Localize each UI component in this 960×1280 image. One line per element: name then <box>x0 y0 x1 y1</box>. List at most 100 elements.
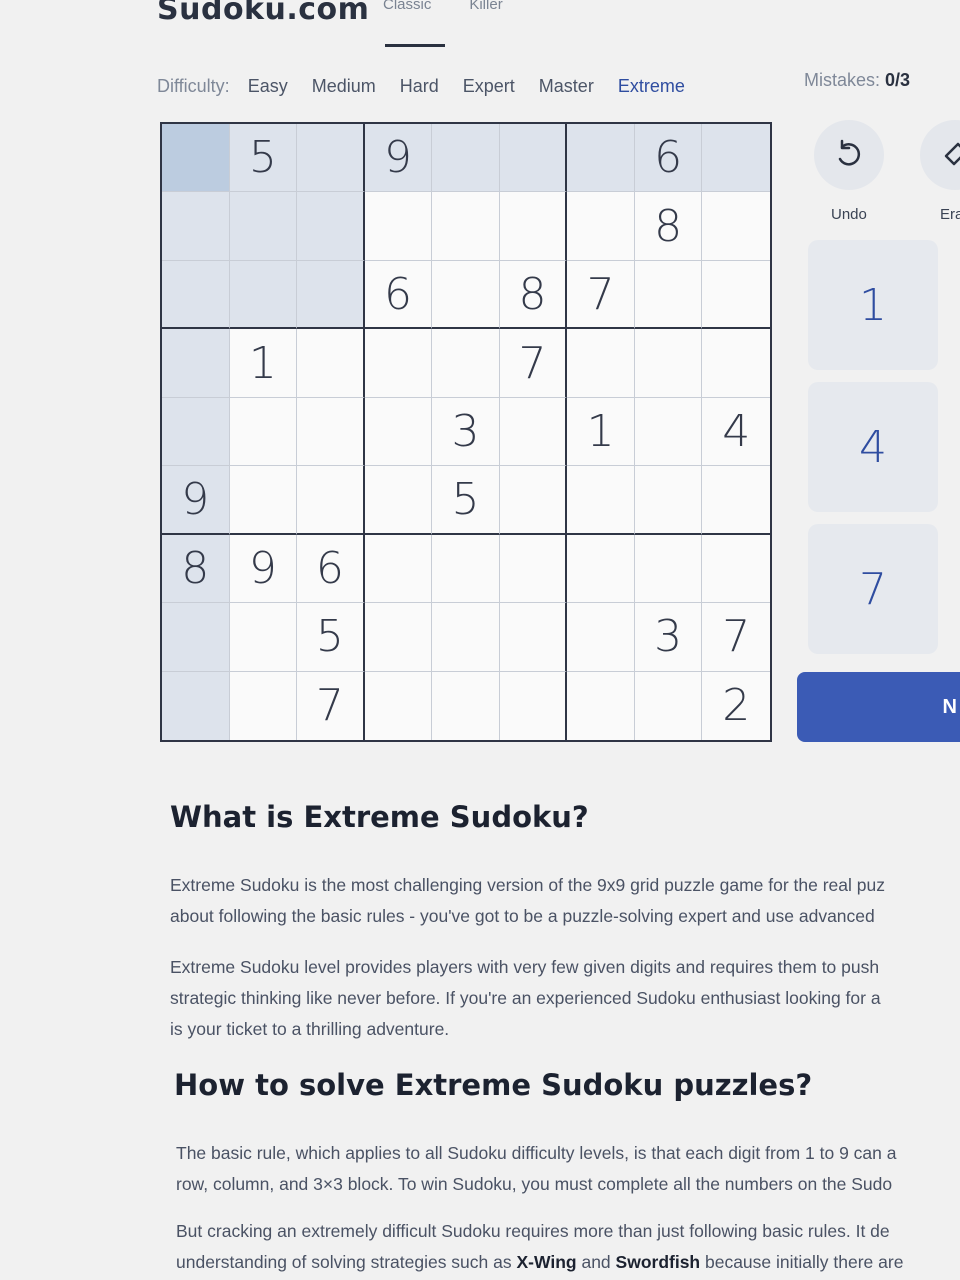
sudoku-cell[interactable] <box>567 534 635 604</box>
swordfish-link[interactable]: Swordfish <box>616 1252 701 1272</box>
sudoku-cell[interactable] <box>634 534 703 604</box>
sudoku-cell[interactable]: 7 <box>499 329 568 398</box>
sudoku-cell[interactable] <box>297 466 365 535</box>
sudoku-cell[interactable] <box>567 329 635 398</box>
sudoku-cell[interactable] <box>162 603 230 672</box>
sudoku-cell[interactable] <box>365 671 433 740</box>
sudoku-cell[interactable] <box>499 397 568 467</box>
difficulty-hard[interactable]: Hard <box>400 76 439 97</box>
sudoku-cell[interactable] <box>567 124 635 193</box>
numpad-key-1[interactable]: 1 <box>808 240 938 370</box>
sudoku-cell[interactable] <box>432 534 500 604</box>
sudoku-cell[interactable] <box>364 534 433 604</box>
difficulty-master[interactable]: Master <box>539 76 594 97</box>
sudoku-cell[interactable]: 7 <box>702 603 770 672</box>
undo-button[interactable] <box>814 120 884 190</box>
difficulty-easy[interactable]: Easy <box>248 76 288 97</box>
sudoku-cell[interactable]: 7 <box>567 260 635 330</box>
sudoku-cell[interactable] <box>297 124 365 193</box>
sudoku-cell[interactable] <box>229 397 298 467</box>
sudoku-cell[interactable] <box>162 260 230 330</box>
sudoku-cell[interactable] <box>635 671 703 740</box>
difficulty-expert[interactable]: Expert <box>463 76 515 97</box>
sudoku-cell[interactable] <box>499 534 568 604</box>
sudoku-cell[interactable] <box>634 329 703 398</box>
sudoku-cell[interactable] <box>229 603 298 672</box>
sudoku-cell[interactable]: 6 <box>297 534 365 604</box>
sudoku-cell[interactable] <box>432 192 500 261</box>
sudoku-cell[interactable]: 2 <box>702 672 770 740</box>
sudoku-cell[interactable]: 3 <box>634 603 703 672</box>
sudoku-cell[interactable] <box>162 397 230 467</box>
numpad-key-4[interactable]: 4 <box>808 382 938 512</box>
sudoku-cell[interactable] <box>702 124 770 193</box>
sudoku-cell[interactable] <box>432 603 500 672</box>
sudoku-cell[interactable]: 1 <box>567 397 635 467</box>
sudoku-cell[interactable] <box>162 671 230 740</box>
sudoku-cell[interactable] <box>229 466 298 535</box>
sudoku-cell[interactable]: 5 <box>229 124 298 193</box>
sudoku-cell[interactable]: 9 <box>364 124 433 193</box>
tab-classic[interactable]: Classic <box>383 0 431 13</box>
sudoku-cell[interactable] <box>297 260 365 330</box>
sudoku-cell[interactable] <box>567 671 635 740</box>
sudoku-cell[interactable] <box>364 192 433 261</box>
sudoku-cell[interactable]: 6 <box>364 260 433 330</box>
sudoku-cell[interactable] <box>499 603 568 672</box>
sudoku-cell[interactable] <box>432 671 500 740</box>
sudoku-cell[interactable] <box>500 671 568 740</box>
sudoku-cell[interactable]: 4 <box>702 398 770 467</box>
numpad-key-7[interactable]: 7 <box>808 524 938 654</box>
sudoku-cell[interactable] <box>297 397 365 467</box>
sudoku-cell[interactable]: 8 <box>634 192 703 261</box>
sudoku-cell[interactable] <box>567 192 635 261</box>
difficulty-extreme[interactable]: Extreme <box>618 76 685 97</box>
sudoku-cell[interactable] <box>567 466 635 535</box>
new-game-button[interactable]: N <box>797 672 960 742</box>
sudoku-cell[interactable] <box>162 329 230 398</box>
sudoku-cell[interactable] <box>364 603 433 672</box>
sudoku-cell[interactable] <box>364 466 433 535</box>
sudoku-cell[interactable] <box>162 192 230 261</box>
sudoku-cell[interactable] <box>364 397 433 467</box>
sudoku-cell[interactable] <box>230 671 298 740</box>
sudoku-cell[interactable] <box>499 192 568 261</box>
sudoku-cell[interactable] <box>364 329 433 398</box>
sudoku-cell[interactable]: 3 <box>432 397 500 467</box>
sudoku-cell[interactable] <box>229 260 298 330</box>
sudoku-cell[interactable] <box>702 329 770 398</box>
sudoku-cell[interactable]: 9 <box>229 534 298 604</box>
sudoku-cell[interactable] <box>702 261 770 330</box>
difficulty-label: Difficulty: <box>157 76 230 96</box>
site-logo[interactable]: Sudoku.com <box>157 0 369 27</box>
sudoku-cell[interactable] <box>297 329 365 398</box>
sudoku-cell[interactable]: 1 <box>229 329 298 398</box>
sudoku-cell[interactable]: 6 <box>634 124 703 193</box>
sudoku-cell[interactable] <box>634 260 703 330</box>
sudoku-cell[interactable] <box>432 124 500 193</box>
sudoku-cell[interactable]: 5 <box>297 603 365 672</box>
tab-killer[interactable]: Killer <box>469 0 502 13</box>
sudoku-cell[interactable] <box>297 192 365 261</box>
sudoku-cell[interactable] <box>567 603 635 672</box>
sudoku-cell[interactable]: 8 <box>162 534 230 604</box>
sudoku-cell[interactable]: 7 <box>297 671 365 740</box>
sudoku-cell[interactable]: 5 <box>432 466 500 535</box>
sudoku-cell[interactable] <box>634 466 703 535</box>
sudoku-cell[interactable] <box>432 260 500 330</box>
sudoku-cell[interactable] <box>702 192 770 261</box>
sudoku-cell[interactable]: 9 <box>162 466 230 535</box>
sudoku-cell[interactable] <box>499 124 568 193</box>
sudoku-cell[interactable] <box>162 124 230 193</box>
sudoku-cell[interactable] <box>499 466 568 535</box>
sudoku-cell[interactable] <box>702 535 770 604</box>
erase-button[interactable] <box>920 120 960 190</box>
article-paragraph-1: Extreme Sudoku is the most challenging v… <box>170 870 885 932</box>
sudoku-cell[interactable] <box>634 397 703 467</box>
sudoku-cell[interactable]: 8 <box>499 260 568 330</box>
sudoku-cell[interactable] <box>702 466 770 535</box>
sudoku-cell[interactable] <box>432 329 500 398</box>
difficulty-medium[interactable]: Medium <box>312 76 376 97</box>
sudoku-cell[interactable] <box>229 192 298 261</box>
x-wing-link[interactable]: X-Wing <box>516 1252 576 1272</box>
